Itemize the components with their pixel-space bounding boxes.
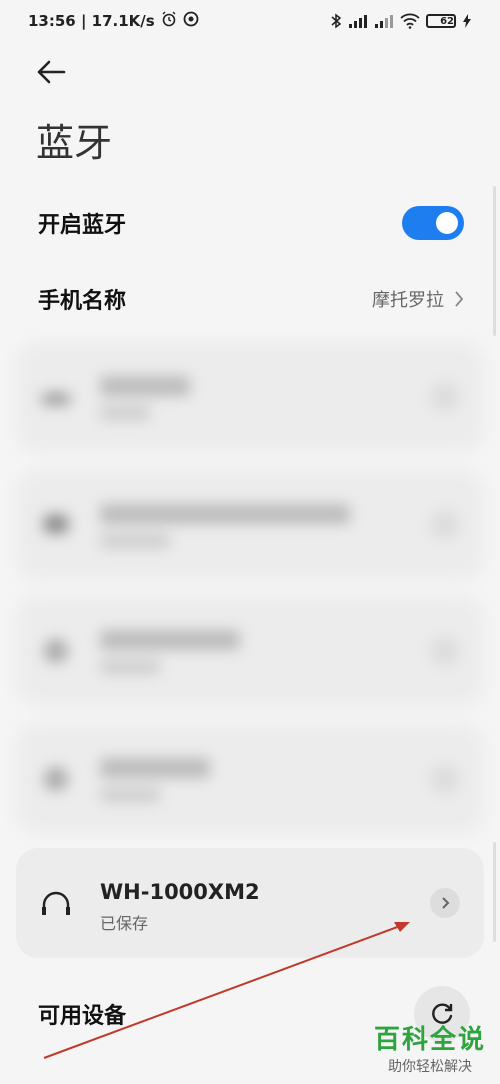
watermark-subtitle: 助你轻松解决: [387, 1059, 472, 1075]
watermark-title: 百科全说: [373, 1025, 486, 1055]
annotation-arrow: [43, 922, 410, 1059]
watermark-logo: 百科全说 助你轻松解决: [374, 1019, 486, 1076]
